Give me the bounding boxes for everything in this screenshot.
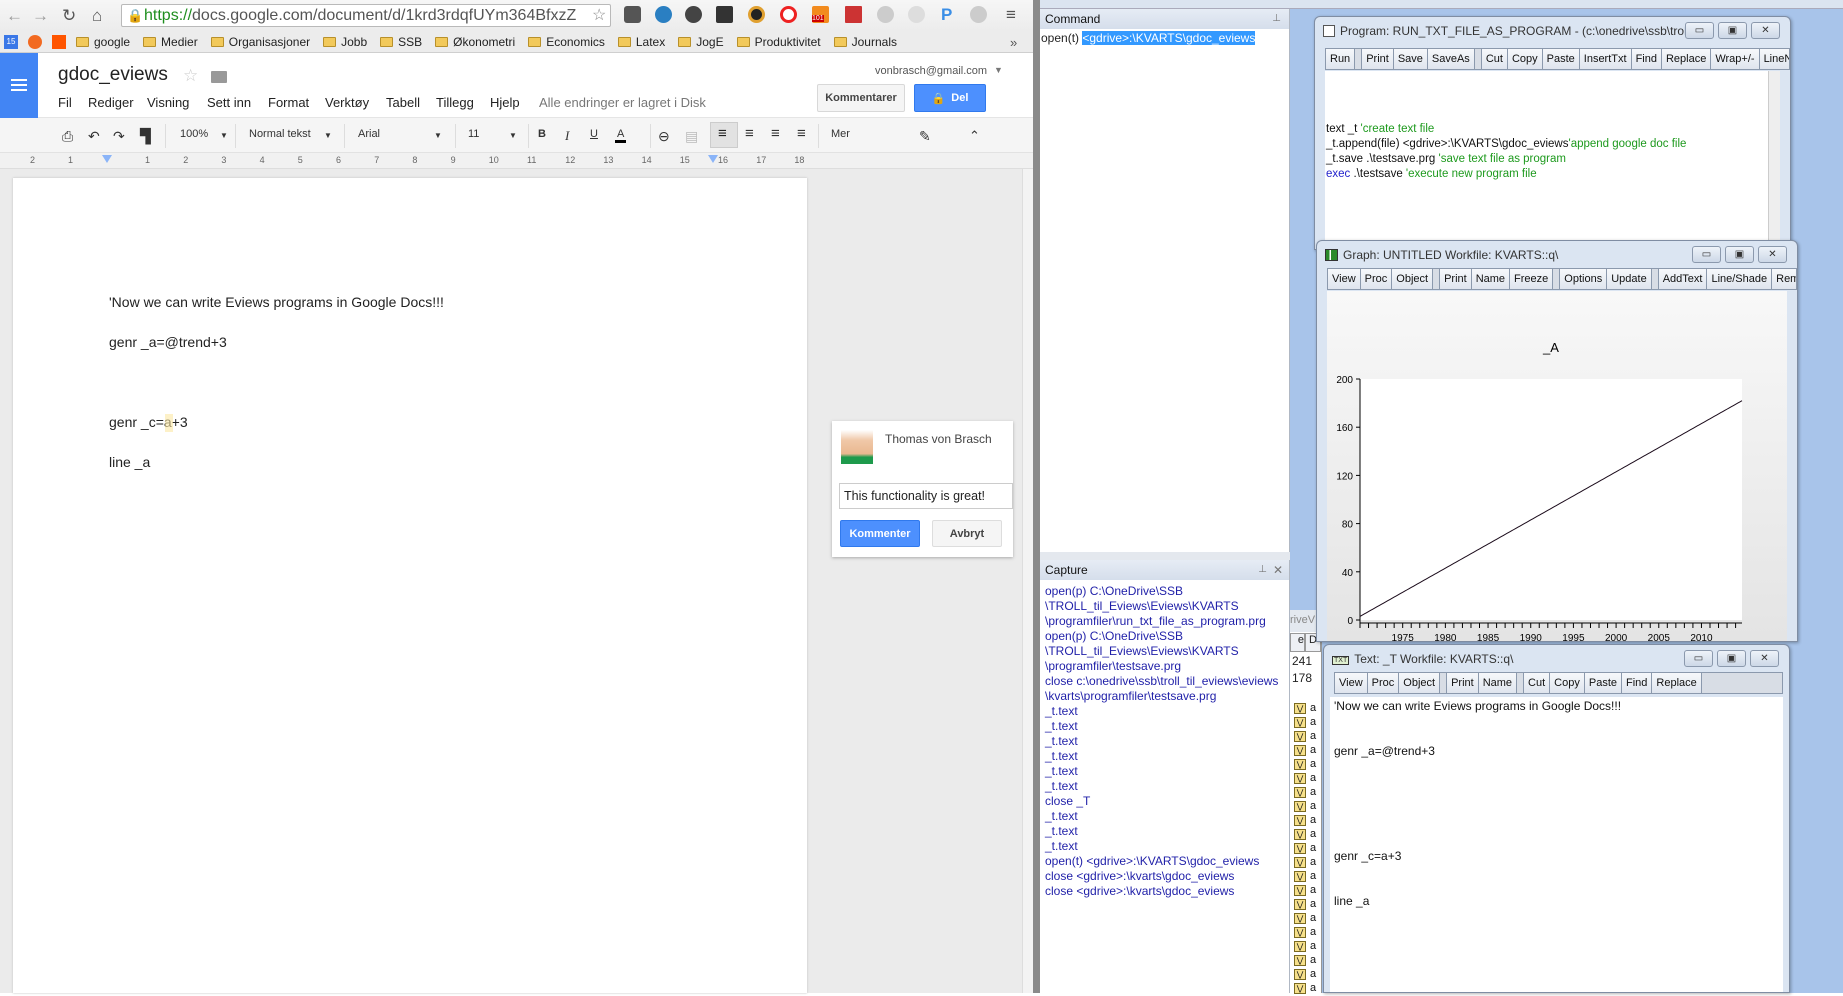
maximize-button[interactable]: ▣ xyxy=(1717,650,1746,667)
x-tick-label: 2010 xyxy=(1690,633,1713,644)
toolbar-button-view[interactable]: View xyxy=(1335,673,1368,693)
y-tick-label: 80 xyxy=(1342,520,1354,531)
x-tick-label: 2000 xyxy=(1605,633,1628,644)
text-line: 'Now we can write Eviews programs in Goo… xyxy=(1334,699,1622,713)
y-tick-label: 160 xyxy=(1336,423,1353,434)
toolbar-button-paste[interactable]: Paste xyxy=(1584,673,1622,693)
text-content[interactable] xyxy=(1330,697,1783,992)
toolbar-button-proc[interactable]: Proc xyxy=(1367,673,1400,693)
toolbar-button-print[interactable]: Print xyxy=(1446,673,1479,693)
x-tick-label: 1995 xyxy=(1562,633,1585,644)
x-tick-label: 2005 xyxy=(1648,633,1671,644)
x-tick-label: 1975 xyxy=(1392,633,1415,644)
toolbar-button-copy[interactable]: Copy xyxy=(1550,673,1585,693)
text-window-title[interactable]: TXT Text: _T Workfile: KVARTS::q\ xyxy=(1332,652,1513,666)
toolbar-button-find[interactable]: Find xyxy=(1622,673,1653,693)
chart-title: _A xyxy=(1542,340,1559,355)
toolbar-button-object[interactable]: Object xyxy=(1399,673,1441,693)
y-tick-label: 40 xyxy=(1342,568,1354,579)
text-line: genr _a=@trend+3 xyxy=(1334,744,1435,758)
y-tick-label: 200 xyxy=(1336,375,1353,386)
toolbar-button-cut[interactable]: Cut xyxy=(1523,673,1551,693)
close-button[interactable]: ✕ xyxy=(1750,650,1779,667)
minimize-button[interactable]: ▭ xyxy=(1684,650,1713,667)
y-tick-label: 0 xyxy=(1347,616,1353,627)
x-tick-label: 1980 xyxy=(1434,633,1457,644)
y-tick-label: 120 xyxy=(1336,471,1353,482)
toolbar-button-replace[interactable]: Replace xyxy=(1652,673,1702,693)
x-tick-label: 1990 xyxy=(1520,633,1543,644)
toolbar-button-name[interactable]: Name xyxy=(1478,673,1518,693)
text-toolbar: View Proc Object Print Name Cut Copy Paste Find R… xyxy=(1334,672,1783,694)
x-tick-label: 1985 xyxy=(1477,633,1500,644)
text-line: genr _c=a+3 xyxy=(1334,849,1402,863)
text-window-title-text: Text: _T Workfile: KVARTS::q\ xyxy=(1354,652,1514,666)
text-object-icon: TXT xyxy=(1332,656,1350,665)
text-line: line _a xyxy=(1334,894,1370,908)
text-window: TXT Text: _T Workfile: KVARTS::q\ ▭ ▣ ✕ Vie… xyxy=(1323,644,1790,993)
